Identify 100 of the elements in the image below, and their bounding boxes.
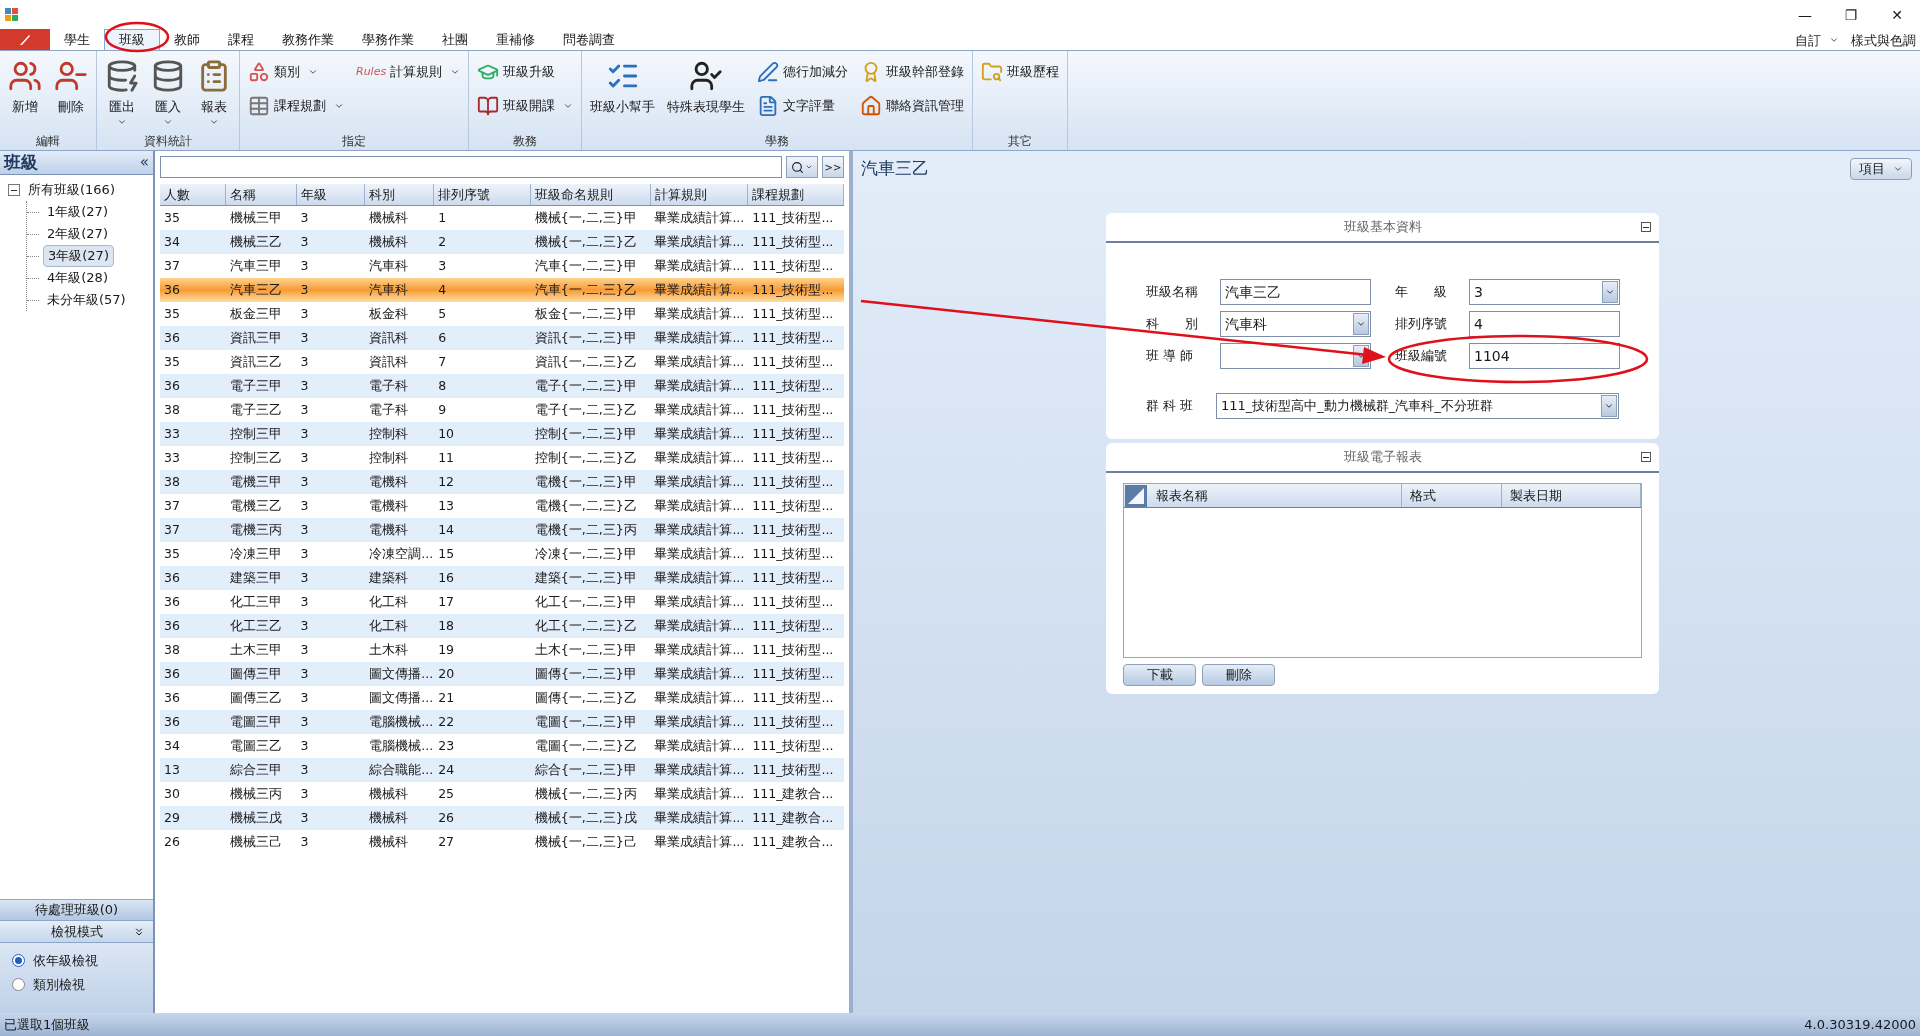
- column-header[interactable]: 班級命名規則: [530, 184, 651, 205]
- table-cell-text: 33: [163, 448, 181, 467]
- tree-item[interactable]: 4年級(28): [43, 268, 112, 288]
- tree-item[interactable]: 未分年級(57): [43, 290, 130, 310]
- table-row[interactable]: 34 機械三乙 3 機械科 2 機械{一,二,三}乙 畢業成績計算... 111_技術型...: [160, 230, 844, 254]
- table-row[interactable]: 36 化工三乙 3 化工科 18 化工{一,二,三}乙 畢業成績計算... 111_技術型...: [160, 614, 844, 638]
- radio-button[interactable]: [12, 954, 25, 968]
- table-row[interactable]: 37 電機三丙 3 電機科 14 電機{一,二,三}丙 畢業成績計算... 111_技術型...: [160, 518, 844, 542]
- table-cell-text: 9: [437, 400, 448, 419]
- ribbon-tab[interactable]: 重補修: [482, 29, 549, 50]
- table-cell-text: 3: [299, 472, 310, 491]
- database-icon: [151, 59, 185, 93]
- column-header[interactable]: 課程規劃: [748, 184, 844, 205]
- table-cell-text: 111_建教合...: [751, 832, 835, 851]
- ribbon-tab[interactable]: 學生: [50, 29, 104, 50]
- ribbon-tab[interactable]: 問卷調查: [549, 29, 629, 50]
- view-mode-header[interactable]: 檢視模式: [0, 921, 153, 943]
- table-cell-text: 23: [437, 736, 456, 755]
- tree-toggle[interactable]: [8, 184, 20, 196]
- ribbon-button[interactable]: 課程規劃: [244, 93, 348, 119]
- table-cell-text: 29: [163, 808, 181, 827]
- ribbon-button[interactable]: 班級歷程: [977, 59, 1064, 85]
- input-field[interactable]: 4: [1469, 311, 1620, 337]
- tree-item[interactable]: 3年級(27): [43, 245, 114, 267]
- ribbon-button[interactable]: 刪除: [50, 55, 92, 129]
- dropdown-field[interactable]: 111_技術型高中_動力機械群_汽車科_不分班群: [1216, 393, 1619, 419]
- column-header[interactable]: 報表名稱: [1148, 484, 1402, 507]
- table-cell-text: 汽車科: [368, 256, 410, 275]
- collapse-button[interactable]: «: [139, 151, 149, 174]
- radio-button[interactable]: [12, 977, 25, 991]
- ribbon-button[interactable]: 匯出: [101, 55, 143, 129]
- ribbon-button[interactable]: 匯入: [147, 55, 189, 129]
- table-row[interactable]: 38 電機三甲 3 電機科 12 電機{一,二,三}甲 畢業成績計算... 111_技術型...: [160, 470, 844, 494]
- ribbon-button[interactable]: 聯絡資訊管理: [856, 93, 969, 119]
- table-row[interactable]: 33 控制三甲 3 控制科 10 控制{一,二,三}甲 畢業成績計算... 111_技術型...: [160, 422, 844, 446]
- table-cell-text: 36: [163, 568, 181, 587]
- window-control[interactable]: ✕: [1874, 4, 1920, 26]
- table-row[interactable]: 36 圖傳三甲 3 圖文傳播... 20 圖傳{一,二,三}甲 畢業成績計算... 111_技術型...: [160, 662, 844, 686]
- table-row[interactable]: 36 資訊三甲 3 資訊科 6 資訊{一,二,三}甲 畢業成績計算... 111_技術型...: [160, 326, 844, 350]
- dropdown-field[interactable]: 汽車科: [1220, 311, 1371, 337]
- table-row[interactable]: 36 電子三甲 3 電子科 8 電子{一,二,三}甲 畢業成績計算... 111_技術型...: [160, 374, 844, 398]
- column-header[interactable]: 格式: [1402, 484, 1502, 507]
- ribbon-button[interactable]: 班級開課: [473, 93, 578, 119]
- ribbon-tab[interactable]: 教師: [160, 29, 214, 50]
- column-header[interactable]: 科別: [365, 184, 435, 205]
- search-field[interactable]: [160, 156, 782, 178]
- ribbon-button[interactable]: 特殊表現學生: [663, 55, 750, 129]
- ribbon-tab[interactable]: 社團: [428, 29, 482, 50]
- expand-button[interactable]: >>: [822, 156, 844, 178]
- dropdown-field[interactable]: [1220, 343, 1371, 369]
- table-cell-text: 畢業成績計算...: [653, 280, 746, 299]
- column-header[interactable]: 年級: [296, 184, 366, 205]
- table-cell-text: 38: [163, 640, 181, 659]
- folder-search-icon: [981, 61, 1004, 83]
- table-cell-text: 111_技術型...: [751, 424, 835, 443]
- table-row[interactable]: 13 綜合三甲 3 綜合職能... 24 綜合{一,二,三}甲 畢業成績計算... 111_技術型...: [160, 758, 844, 782]
- table-cell-text: 汽車{一,二,三}甲: [533, 256, 638, 275]
- customize-menu[interactable]: 自訂: [1787, 30, 1847, 50]
- window-control[interactable]: ❐: [1828, 4, 1874, 26]
- select-all-icon[interactable]: [1124, 484, 1148, 508]
- ribbon-button[interactable]: Rules 計算規則: [352, 59, 465, 85]
- style-menu[interactable]: 樣式與色調: [1847, 30, 1920, 50]
- ribbon-button[interactable]: 班級升級: [473, 59, 578, 85]
- table-cell-text: 資訊三甲: [228, 328, 283, 347]
- search-button[interactable]: [786, 156, 818, 178]
- ribbon-button[interactable]: 新增: [4, 55, 46, 129]
- action-button[interactable]: 下載: [1123, 664, 1196, 686]
- ribbon-tab[interactable]: 教務作業: [268, 29, 348, 50]
- table-row[interactable]: 36 建築三甲 3 建築科 16 建築{一,二,三}甲 畢業成績計算... 111_技術型...: [160, 566, 844, 590]
- ribbon-button[interactable]: 報表: [193, 55, 235, 129]
- window-control[interactable]: —: [1782, 4, 1828, 26]
- ribbon-tab[interactable]: 課程: [214, 29, 268, 50]
- ribbon-button[interactable]: 德行加減分: [753, 59, 853, 85]
- pending-classes-bar[interactable]: 待處理班級(0): [0, 899, 153, 921]
- items-menu-button[interactable]: 項目: [1850, 158, 1912, 180]
- ribbon-button[interactable]: 文字評量: [753, 93, 853, 119]
- ribbon-button[interactable]: 班級小幫手: [586, 55, 660, 129]
- column-header[interactable]: 名稱: [225, 184, 297, 205]
- column-header[interactable]: 製表日期: [1502, 484, 1641, 507]
- tree-item[interactable]: 2年級(27): [43, 224, 112, 244]
- table-row[interactable]: 36 電圖三甲 3 電腦機械... 22 電圖{一,二,三}甲 畢業成績計算... 111_技術型...: [160, 710, 844, 734]
- input-field[interactable]: 汽車三乙: [1220, 279, 1371, 305]
- table-row[interactable]: 29 機械三戊 3 機械科 26 機械{一,二,三}戊 畢業成績計算... 111_建教合...: [160, 806, 844, 830]
- input-field[interactable]: 1104: [1469, 343, 1620, 369]
- radio-option[interactable]: 依年級檢視: [12, 951, 141, 971]
- database-icon: [105, 59, 139, 93]
- table-cell-text: 電圖三乙: [228, 736, 283, 755]
- radio-option[interactable]: 類別檢視: [12, 974, 141, 994]
- ribbon-tab[interactable]: 學務作業: [348, 29, 428, 50]
- column-header[interactable]: 排列序號: [434, 184, 531, 205]
- tree-item[interactable]: 所有班級(166): [24, 180, 119, 200]
- column-header[interactable]: 計算規則: [650, 184, 749, 205]
- table-row[interactable]: 36 汽車三乙 3 汽車科 4 汽車{一,二,三}乙 畢業成績計算... 111_技術型...: [160, 278, 844, 302]
- column-header[interactable]: 人數: [160, 184, 226, 205]
- dropdown-field[interactable]: 3: [1469, 279, 1620, 305]
- ribbon-button[interactable]: 班級幹部登錄: [856, 59, 969, 85]
- table-cell-text: 38: [163, 472, 181, 491]
- ribbon-button[interactable]: 類別: [244, 59, 348, 85]
- tree-item[interactable]: 1年級(27): [43, 202, 112, 222]
- action-button[interactable]: 刪除: [1202, 664, 1275, 686]
